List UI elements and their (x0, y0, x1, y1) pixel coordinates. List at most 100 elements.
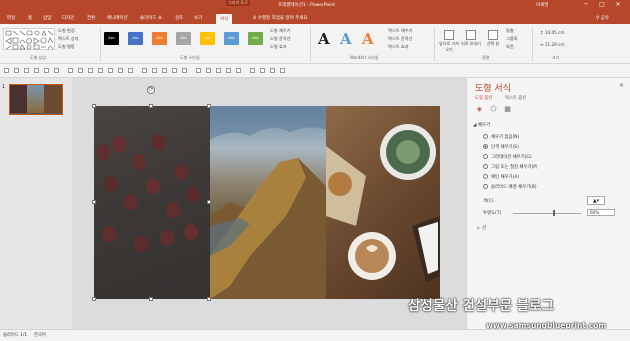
share-button[interactable]: ⚲ 공유 (596, 15, 609, 21)
selection-pane-button[interactable]: 선택 창 (482, 30, 504, 52)
slide-thumbnail[interactable] (9, 84, 63, 115)
qa-icon-8[interactable] (78, 68, 83, 73)
send-backward-button[interactable]: 뒤로 보내기 (460, 30, 482, 52)
radio-button[interactable] (483, 134, 488, 139)
shape-outline-button[interactable]: 도형 윤곽선 (270, 36, 291, 42)
qa-icon-24[interactable] (250, 68, 255, 73)
qa-icon-6[interactable] (54, 68, 59, 73)
close-window-button[interactable]: ✕ (612, 1, 624, 9)
resize-handle-r[interactable] (207, 200, 211, 204)
tab-review[interactable]: 검토 (175, 15, 183, 21)
qa-icon-10[interactable] (98, 68, 103, 73)
bring-forward-button[interactable]: 앞으로 가져오기 (438, 30, 460, 52)
qa-icon-4[interactable] (34, 68, 39, 73)
style-swatch-7[interactable]: Abc (248, 32, 263, 45)
group-button[interactable]: 그룹화 (506, 36, 518, 42)
qa-icon-2[interactable] (14, 68, 19, 73)
qa-icon-18[interactable] (182, 68, 187, 73)
transparency-slider[interactable] (513, 213, 581, 214)
radio-button[interactable] (483, 164, 488, 169)
style-swatch-3[interactable]: Abc (152, 32, 167, 45)
qa-icon-15[interactable] (152, 68, 157, 73)
transparency-slider-thumb[interactable] (552, 210, 555, 216)
resize-handle-bl[interactable] (92, 297, 96, 301)
fill-option-4[interactable]: 패턴 채우기(A) (483, 174, 519, 180)
shape-effects-button[interactable]: 도형 효과 (270, 44, 287, 50)
qa-icon-3[interactable] (24, 68, 29, 73)
qa-icon-23[interactable] (236, 68, 241, 73)
tab-file[interactable]: 파일 (7, 15, 15, 21)
resize-handle-b[interactable] (149, 297, 153, 301)
rotate-handle[interactable]: ⟳ (147, 86, 155, 94)
radio-button[interactable] (483, 174, 488, 179)
text-box-button[interactable]: 텍스트 상자 (58, 36, 79, 42)
tell-me-box[interactable]: ♀ 수행할 작업을 알려 주세요 (253, 15, 308, 21)
strawberry-image[interactable] (94, 106, 210, 299)
height-field[interactable]: ↕ 10.05 cm (540, 30, 565, 35)
text-effects-button[interactable]: 텍스트 효과 (388, 44, 409, 50)
qa-icon-16[interactable] (162, 68, 167, 73)
qa-icon-11[interactable] (108, 68, 113, 73)
maximize-button[interactable]: □ (596, 1, 608, 9)
qa-icon-25[interactable] (260, 68, 265, 73)
style-swatch-4[interactable]: Abc (176, 32, 191, 45)
qa-icon-19[interactable] (196, 68, 201, 73)
style-swatch-6[interactable]: Abc (224, 32, 239, 45)
style-swatch-5[interactable]: Abc (200, 32, 215, 45)
style-swatch-2[interactable]: Abc (128, 32, 143, 45)
qa-icon-27[interactable] (280, 68, 285, 73)
qa-icon-26[interactable] (270, 68, 275, 73)
size-properties-icon[interactable]: ▦ (503, 105, 512, 114)
close-icon[interactable]: ✕ (619, 82, 624, 89)
resize-handle-tl[interactable] (92, 104, 96, 108)
qa-icon-9[interactable] (88, 68, 93, 73)
rotate-button[interactable]: 회전 (506, 44, 514, 50)
qa-icon-5[interactable] (44, 68, 49, 73)
resize-handle-br[interactable] (207, 297, 211, 301)
shapes-gallery[interactable] (3, 28, 55, 50)
qa-icon-14[interactable] (142, 68, 147, 73)
tab-insert[interactable]: 삽입 (43, 15, 51, 21)
text-outline-button[interactable]: 텍스트 윤곽선 (388, 36, 412, 42)
effects-icon[interactable]: ⬠ (489, 105, 498, 114)
tab-slideshow[interactable]: 슬라이드 쇼 (140, 15, 162, 21)
text-fill-button[interactable]: 텍스트 채우기 (388, 28, 412, 34)
qa-icon-17[interactable] (172, 68, 177, 73)
minimize-button[interactable]: ─ (580, 1, 592, 9)
fill-option-5[interactable]: 슬라이드 배경 채우기(B) (483, 184, 537, 190)
tab-text-options[interactable]: 텍스트 옵션 (505, 95, 526, 101)
color-picker-button[interactable]: ▲▾ (587, 196, 605, 205)
radio-button[interactable] (483, 154, 488, 159)
qa-icon-21[interactable] (216, 68, 221, 73)
tab-format[interactable]: 서식 (216, 14, 233, 24)
style-swatch-1[interactable]: Abc (104, 32, 119, 45)
wordart-style-3[interactable]: A (362, 30, 374, 48)
shape-fill-button[interactable]: 도형 채우기 (270, 28, 291, 34)
tab-view[interactable]: 보기 (194, 15, 202, 21)
qa-icon-22[interactable] (226, 68, 231, 73)
language-indicator[interactable]: 한국어 (34, 332, 46, 338)
user-name[interactable]: 이세영 (536, 2, 548, 8)
radio-button[interactable] (483, 144, 488, 149)
coffee-image[interactable] (326, 106, 440, 299)
fill-section-header[interactable]: ◢ 채우기 (473, 122, 490, 128)
fill-option-3[interactable]: 그림 또는 질감 채우기(P) (483, 164, 538, 170)
mountain-image[interactable] (210, 106, 326, 299)
qa-icon-1[interactable] (4, 68, 9, 73)
qa-icon-7[interactable] (68, 68, 73, 73)
merge-shapes-button[interactable]: 도형 병합 (58, 44, 75, 50)
fill-option-1[interactable]: 단색 채우기(S) (483, 144, 519, 150)
width-field[interactable]: ↔ 11.29 cm (540, 42, 565, 47)
wordart-style-1[interactable]: A (318, 30, 330, 48)
radio-button[interactable] (483, 184, 488, 189)
fill-option-0[interactable]: 채우기 없음(N) (483, 134, 519, 140)
wordart-style-2[interactable]: A (340, 30, 352, 48)
resize-handle-t[interactable] (149, 104, 153, 108)
fill-option-2[interactable]: 그라데이션 채우기(G) (483, 154, 532, 160)
tab-design[interactable]: 디자인 (62, 15, 74, 21)
resize-handle-tr[interactable] (207, 104, 211, 108)
align-button[interactable]: 맞춤 (506, 28, 514, 34)
line-section-header[interactable]: ▷ 선 (477, 225, 486, 231)
qa-icon-12[interactable] (118, 68, 123, 73)
slide[interactable] (94, 106, 440, 299)
